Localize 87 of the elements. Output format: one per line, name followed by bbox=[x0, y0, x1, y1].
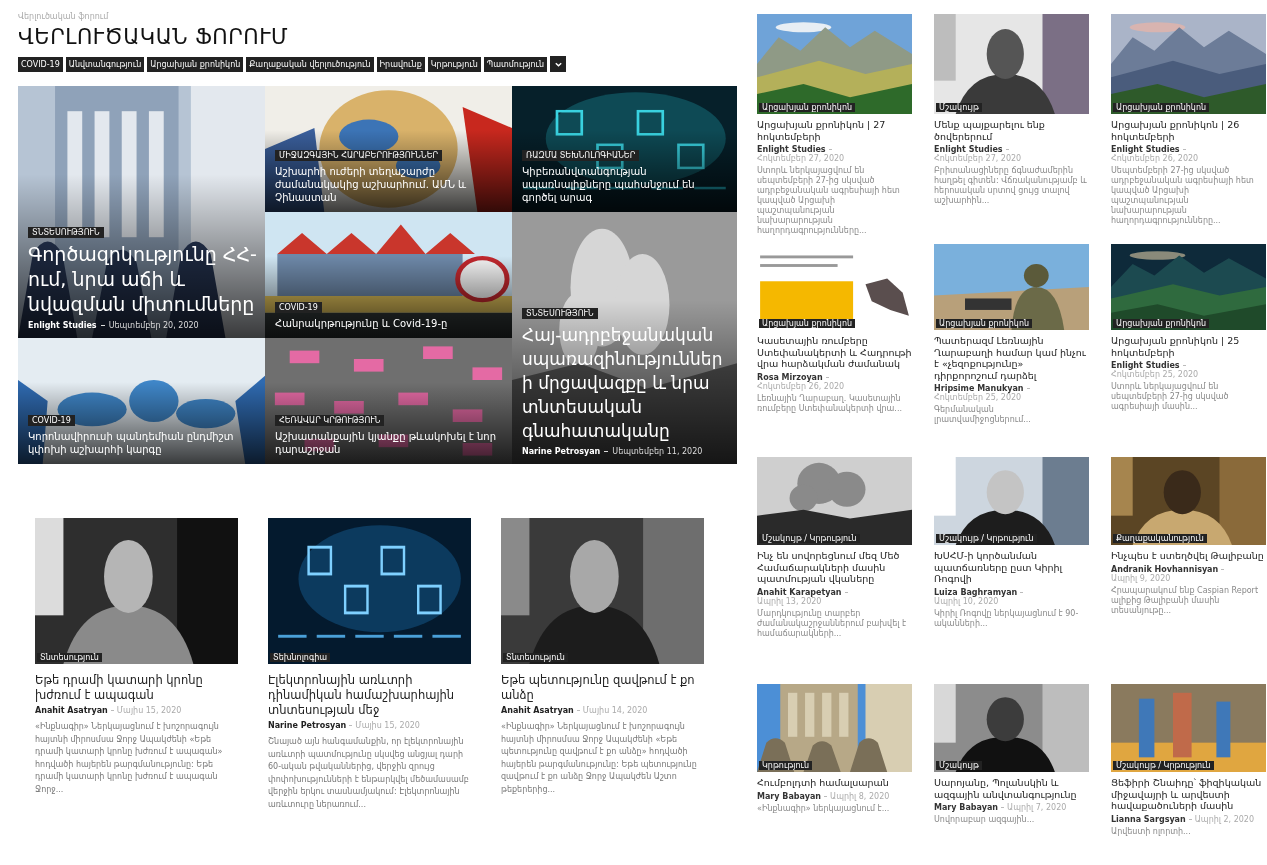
author-name[interactable]: Anahit Karapetyan bbox=[757, 587, 842, 597]
author-name[interactable]: Andranik Hovhannisyan bbox=[1111, 564, 1219, 574]
category-label[interactable]: Տնտեսություն bbox=[37, 653, 102, 662]
category-label[interactable]: Արցախյան քրոնիկոն bbox=[759, 103, 856, 112]
article-title[interactable]: Ցեֆիրի Շնաիդը՝ ֆիզիկական միջավայրի և արվեստի հավաքածուների մասին bbox=[1111, 777, 1266, 812]
article-title[interactable]: Ինչ են սովորեցնում մեզ Մեծ Համաճարակների մասին պատմության վկաները bbox=[757, 550, 912, 585]
category-label[interactable]: Մշակույթ bbox=[936, 103, 982, 112]
post-date: Մայիս 15, 2020 bbox=[355, 721, 420, 730]
author-name[interactable]: Lianna Sargsyan bbox=[1111, 814, 1186, 824]
author-name[interactable]: Hripsime Manukyan bbox=[934, 384, 1024, 393]
author-name[interactable]: Anahit Asatryan bbox=[501, 706, 574, 715]
article-excerpt: «Ինքնագիր» Ներկայացնում է խոշորագույն հայտնի միրոսմսա Ջորջ Ապակժենի «Եթե դրամի կատարի կրոնը խժռում է ապագան» հոդվածի հայերեն թարգմանությունը: Եթե դրամի կատարի կրոնը խժռում է ապագան Ջորջ... bbox=[35, 721, 224, 796]
post-date: Ապրիլ 8, 2020 bbox=[830, 791, 890, 801]
author-name[interactable]: Enlight Studies bbox=[1111, 145, 1180, 154]
author-name[interactable]: Enlight Studies bbox=[757, 145, 826, 154]
category-tag[interactable]: Պատմություն bbox=[483, 56, 548, 72]
article-excerpt: Մարդկությունը տարբեր ժամանակաշրջաններում բախվել է համաճարակների... bbox=[757, 608, 908, 639]
article-title[interactable]: Պատերազմ Լեռնային Ղարաբաղի համար կամ ինչու է «չեզոքությունը» դիրքորոշում դարձել bbox=[934, 335, 1089, 381]
author-name[interactable]: Rosa Mirzoyan bbox=[757, 372, 823, 382]
article-title[interactable]: Աշխատանքային կյանքը թևակոխել է նոր դարաշրջան bbox=[275, 430, 504, 456]
category-label[interactable]: Մշակույթ / Կրթություն bbox=[759, 534, 860, 543]
author-name[interactable]: Luiza Baghramyan bbox=[934, 587, 1018, 597]
page-title: ՎԵՐԼՈՒԾԱԿԱՆ ՖՈՐՈՒՄ bbox=[18, 25, 290, 49]
article-excerpt: Արվեստի ոլորտի... bbox=[1111, 826, 1192, 837]
author-name[interactable]: Narine Petrosyan bbox=[268, 721, 347, 730]
article-excerpt: Հրապարակում ենք Caspian Report ալիքից Թալիբանի մասին տեսանյութը... bbox=[1111, 585, 1260, 616]
author-name[interactable]: Anahit Asatryan bbox=[35, 706, 108, 715]
post-date: Ապրիլ 2, 2020 bbox=[1194, 814, 1255, 824]
category-label[interactable]: COVID-19 bbox=[28, 415, 75, 426]
category-label[interactable]: ՀԵՌԱՎԱՐ ԿՐԹՈՒԹՅՈՒՆ bbox=[275, 415, 385, 426]
article-title[interactable]: Եթե դրամի կատարի կրոնը խժռում է ապագան bbox=[35, 673, 238, 703]
post-date: Հոկտեմբեր 27, 2020 bbox=[934, 154, 1022, 163]
article-excerpt: Շնայած այն հանգամանքին, որ էլեկտրոնային առևտրի պատմությունը սկսվեց անցյալ դարի 60-ական թվականներից, վերջին զրույց փոփոխությունների է ենթարկվել մեծամասամբ վերջին երկու տասնամյակում: Էլեկտրոնային առևտուրը ներառում... bbox=[268, 736, 470, 811]
post-date: Հոկտեմբեր 25, 2020 bbox=[934, 393, 1022, 402]
article-title[interactable]: Մենք պայքարելու ենք ծովերերում bbox=[934, 119, 1089, 142]
category-label[interactable]: Արցախյան քրոնիկոն bbox=[1113, 103, 1210, 112]
category-tag[interactable]: COVID-19 bbox=[18, 56, 63, 72]
article-excerpt: Ստորև ներկայացվում են սեպտեմբերի 27-ից սկսված ադրբեջանական ագրեսիայի հետ կապված Արցախի պաշտպանության նախարարության հաղորդագրությունները... bbox=[757, 166, 901, 236]
post-date: Մայիս 14, 2020 bbox=[582, 706, 648, 715]
category-label[interactable]: Արցախյան քրոնիկոն bbox=[1113, 319, 1210, 328]
post-date: Ապրիլ 10, 2020 bbox=[934, 596, 999, 606]
article-excerpt: Բրիտանացիները ճգնաժամերին հաղթել գիտեն: Վճռականությամբ և հերոսական սրտով ցույց տալով աշխարհին... bbox=[934, 166, 1088, 206]
article-excerpt: Կիրիլ Ռոգովը ներկայացնում է 90-ականների... bbox=[934, 608, 1080, 629]
category-label[interactable]: Քաղաքականություն bbox=[1113, 534, 1207, 543]
article-excerpt: Սովորաբար ազգային... bbox=[934, 815, 1036, 825]
category-label[interactable]: Կրթություն bbox=[759, 761, 813, 770]
category-label[interactable]: Մշակույթ bbox=[936, 761, 982, 770]
post-date: Հոկտեմբեր 26, 2020 bbox=[1111, 154, 1199, 163]
article-excerpt: Ստորև ներկայացվում են սեպտեմբերի 27-ից սկսված ագրեսիայի մասին... bbox=[1111, 382, 1230, 412]
category-label[interactable]: Տնտեսություն bbox=[503, 653, 568, 662]
article-title[interactable]: Եթե պետությունը զավթում է քո անձը bbox=[501, 673, 704, 703]
article-excerpt: «Ինքնագիր» Ներկայացնում է խոշորագույն հայտնի միրոսմսա Ջորջ Ապակժենի «Եթե պետությունը զավթում է քո անձը» հոդվածի հայերեն թարգմանությունը: Եթե պետությունը զավթում է քո անձը Ջորջ Ապակժեն Աշտո թեքերերից... bbox=[501, 721, 698, 796]
author-name[interactable]: Enlight Studies bbox=[1111, 361, 1180, 370]
post-date: Հոկտեմբեր 25, 2020 bbox=[1111, 370, 1199, 379]
category-label[interactable]: Արցախյան քրոնիկոն bbox=[759, 319, 856, 328]
post-date: Ապրիլ 7, 2020 bbox=[1007, 803, 1067, 812]
category-tag[interactable]: Արցախյան քրոնիկոն bbox=[147, 56, 244, 72]
article-title[interactable]: Ինչպես է ստեղծվել Թալիբանը bbox=[1111, 550, 1266, 562]
article-excerpt: Լեռնային Ղարաբաղ. Կասետային ռումբերը Ստեփանակերտի վրա... bbox=[757, 393, 903, 414]
post-date: Ապրիլ 13, 2020 bbox=[757, 596, 822, 606]
more-button[interactable] bbox=[550, 56, 567, 72]
article-excerpt: Սեպտեմբերի 27-ից սկսված ադրբեջանական ագրեսիայի հետ կապված Արցախի պաշտպանության նախարարության հաղորդագրությունները... bbox=[1111, 166, 1255, 226]
post-date: Հոկտեմբեր 26, 2020 bbox=[757, 381, 845, 391]
post-date: Հոկտեմբեր 27, 2020 bbox=[757, 154, 845, 163]
category-tag[interactable]: Անվտանգություն bbox=[65, 56, 145, 72]
author-name[interactable]: Mary Babayan bbox=[757, 791, 821, 801]
post-date: Մայիս 15, 2020 bbox=[116, 706, 182, 715]
author-name[interactable]: Mary Babayan bbox=[934, 803, 998, 812]
article-title[interactable]: Արցախյան քրոնիկոն | 25 հոկտեմբերի bbox=[1111, 335, 1266, 358]
category-label[interactable]: Մշակույթ / Կրթություն bbox=[1113, 761, 1214, 770]
article-title[interactable]: Արցախյան քրոնիկոն | 27 հոկտեմբերի bbox=[757, 119, 912, 142]
category-label[interactable]: Տեխնոլոգիա bbox=[270, 653, 331, 662]
category-tag[interactable]: Քաղաքական վերլուծություն bbox=[246, 56, 374, 72]
article-title[interactable]: Էլեկտրոնային առևտրի դինամիկան համաշխարհային տնտեսության մեջ bbox=[268, 673, 471, 718]
article-title[interactable]: Հումբոլդտի համալսարան bbox=[757, 777, 912, 789]
article-title[interactable]: Կասետային ռումբերը Ստեփանակերտի և Հադրութի վրա հարձակման ժամանակ bbox=[757, 335, 912, 370]
article-title[interactable]: ԽՍՀՄ-ի կործանման պատճառները ըստ Կիրիլ Ռոգովի bbox=[934, 550, 1089, 585]
category-tag[interactable]: Կրթություն bbox=[427, 56, 481, 72]
post-date: Ապրիլ 9, 2020 bbox=[1111, 573, 1171, 583]
category-label[interactable]: Արցախյան քրոնիկոն bbox=[936, 319, 1033, 328]
article-title[interactable]: Սարոյանը, Պոլանսկին և ազգային անվտանգությունը bbox=[934, 777, 1089, 800]
category-tag[interactable]: Իրավունք bbox=[376, 56, 425, 72]
article-excerpt: «Ինքնագիր» ներկայացնում է... bbox=[757, 803, 891, 814]
author-name[interactable]: Enlight Studies bbox=[934, 145, 1003, 154]
category-label[interactable]: Մշակույթ / Կրթություն bbox=[936, 534, 1037, 543]
article-title[interactable]: Արցախյան քրոնիկոն | 26 հոկտեմբերի bbox=[1111, 119, 1266, 142]
article-excerpt: Գերմանական լրատվամիջոցներում... bbox=[934, 405, 1032, 425]
